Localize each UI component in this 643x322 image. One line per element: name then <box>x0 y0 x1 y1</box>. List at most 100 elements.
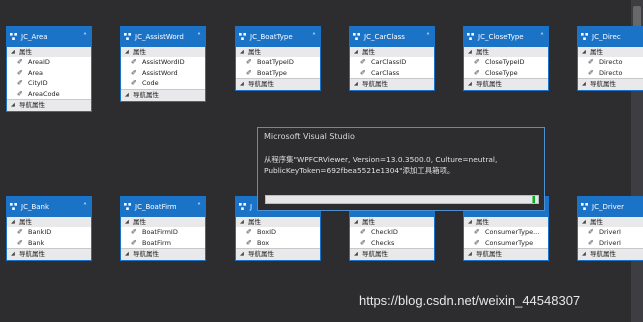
entity-header[interactable]: JC_CloseType ˄ <box>464 27 548 47</box>
navigation-section[interactable]: ◢ 导航属性 <box>464 78 548 90</box>
properties-section[interactable]: ◢ 属性 <box>578 217 643 227</box>
entity-box[interactable]: JC_Direc˄ ◢ 属性 ✐ Directo ✐ Directo ◢ 导航属性 <box>577 26 643 91</box>
property-name: DriverI <box>599 238 621 247</box>
property-key-icon: ✐ <box>17 58 23 66</box>
watermark-text: https://blog.csdn.net/weixin_44548307 <box>359 293 581 308</box>
navigation-section[interactable]: ◢ 导航属性 <box>121 248 205 260</box>
property-row[interactable]: ✐ ConsumerType... <box>464 227 548 238</box>
navigation-section[interactable]: ◢ 导航属性 <box>464 248 548 260</box>
entity-box[interactable]: JC_Driver˄ ◢ 属性 ✐ DriverI ✐ DriverI ◢ 导航属性 <box>577 196 643 261</box>
expand-triangle-icon: ◢ <box>125 49 129 55</box>
navigation-section[interactable]: ◢ 导航属性 <box>236 248 320 260</box>
properties-section[interactable]: ◢ 属性 <box>121 217 205 227</box>
properties-section[interactable]: ◢ 属性 <box>121 47 205 57</box>
navigation-section[interactable]: ◢ 导航属性 <box>7 248 91 260</box>
section-label: 导航属性 <box>133 250 159 258</box>
property-row[interactable]: ✐ Directo <box>578 67 643 78</box>
properties-section[interactable]: ◢ 属性 <box>236 217 320 227</box>
property-row[interactable]: ✐ Checks <box>350 237 434 248</box>
property-key-icon: ✐ <box>588 68 594 77</box>
navigation-section[interactable]: ◢ 导航属性 <box>578 248 643 260</box>
collapse-chevron-icon[interactable]: ˄ <box>426 27 430 47</box>
entity-header[interactable]: JC_BoatFirm ˄ <box>121 197 205 217</box>
properties-section[interactable]: ◢ 属性 <box>350 47 434 57</box>
expand-triangle-icon: ◢ <box>582 81 586 87</box>
entity-name: JC_CarClass <box>364 33 405 41</box>
property-row[interactable]: ✐ AssistWordID <box>121 57 205 68</box>
property-key-icon: ✐ <box>588 58 594 66</box>
navigation-section[interactable]: ◢ 导航属性 <box>350 78 434 90</box>
entity-header[interactable]: JC_BoatType ˄ <box>236 27 320 47</box>
property-row[interactable]: ✐ DriverI <box>578 227 643 238</box>
entity-box[interactable]: JC_Bank ˄ ◢ 属性 ✐ BankID ✐ Bank ◢ 导航属性 <box>6 196 92 261</box>
property-row[interactable]: ✐ BankID <box>7 227 91 238</box>
property-row[interactable]: ✐ BoatType <box>236 67 320 78</box>
property-row[interactable]: ✐ Box <box>236 237 320 248</box>
property-row[interactable]: ✐ CarClass <box>350 67 434 78</box>
property-row[interactable]: ✐ AssistWord <box>121 67 205 78</box>
entity-name: J <box>250 203 253 211</box>
section-label: 导航属性 <box>362 250 388 258</box>
property-row[interactable]: ✐ AreaCode <box>7 88 91 99</box>
entity-box[interactable]: JC_CarClass ˄ ◢ 属性 ✐ CarClassID ✐ CarClass ◢ 导航属性 <box>349 26 435 91</box>
property-row[interactable]: ✐ ConsumerType <box>464 237 548 248</box>
entity-box[interactable]: JC_CloseType ˄ ◢ 属性 ✐ CloseTypeID ✐ CloseType ◢ 导… <box>463 26 549 91</box>
property-key-icon: ✐ <box>246 58 252 66</box>
property-row[interactable]: ✐ Code <box>121 78 205 89</box>
entity-header[interactable]: JC_Direc˄ <box>578 27 643 47</box>
entity-header[interactable]: JC_Driver˄ <box>578 197 643 217</box>
navigation-section[interactable]: ◢ 导航属性 <box>578 78 643 90</box>
property-row[interactable]: ✐ CloseTypeID <box>464 57 548 68</box>
navigation-section[interactable]: ◢ 导航属性 <box>7 99 91 111</box>
entity-header[interactable]: JC_Area ˄ <box>7 27 91 47</box>
entity-box[interactable]: JC_BoatFirm ˄ ◢ 属性 ✐ BoatFirmID ✐ BoatFirm ◢ 导航属性 <box>120 196 206 261</box>
property-row[interactable]: ✐ DriverI <box>578 237 643 248</box>
expand-triangle-icon: ◢ <box>468 219 472 225</box>
properties-section[interactable]: ◢ 属性 <box>7 47 91 57</box>
collapse-chevron-icon[interactable]: ˄ <box>197 197 201 217</box>
dialog-message: 从程序集"WPFCRViewer, Version=13.0.3500.0, C… <box>264 155 498 175</box>
entity-box[interactable]: JC_Area ˄ ◢ 属性 ✐ AreaID ✐ Area ✐ CityID ✐ AreaCode ◢… <box>6 26 92 112</box>
property-row[interactable]: ✐ Area <box>7 67 91 78</box>
navigation-section[interactable]: ◢ 导航属性 <box>236 78 320 90</box>
navigation-section[interactable]: ◢ 导航属性 <box>121 88 205 101</box>
collapse-chevron-icon[interactable]: ˄ <box>312 27 316 47</box>
entity-header[interactable]: JC_AssistWord ˄ <box>121 27 205 47</box>
property-row[interactable]: ✐ BoxID <box>236 227 320 238</box>
properties-section[interactable]: ◢ 属性 <box>236 47 320 57</box>
entity-box[interactable]: JC_AssistWord ˄ ◢ 属性 ✐ AssistWordID ✐ AssistWor… <box>120 26 206 102</box>
section-label: 属性 <box>19 218 32 226</box>
expand-triangle-icon: ◢ <box>11 102 15 108</box>
properties-section[interactable]: ◢ 属性 <box>578 47 643 57</box>
entity-header[interactable]: JC_CarClass ˄ <box>350 27 434 47</box>
property-key-icon: ✐ <box>360 68 366 77</box>
progress-fill <box>266 196 536 203</box>
property-row[interactable]: ✐ BoatFirmID <box>121 227 205 238</box>
property-name: Directo <box>599 68 623 77</box>
property-row[interactable]: ✐ CityID <box>7 78 91 89</box>
entity-box[interactable]: JC_BoatType ˄ ◢ 属性 ✐ BoatTypeID ✐ BoatType ◢ 导航属性 <box>235 26 321 91</box>
properties-section[interactable]: ◢ 属性 <box>350 217 434 227</box>
property-row[interactable]: ✐ BoatTypeID <box>236 57 320 68</box>
collapse-chevron-icon[interactable]: ˄ <box>540 27 544 47</box>
properties-section[interactable]: ◢ 属性 <box>7 217 91 227</box>
navigation-section[interactable]: ◢ 导航属性 <box>350 248 434 260</box>
expand-triangle-icon: ◢ <box>125 251 129 257</box>
property-row[interactable]: ✐ CarClassID <box>350 57 434 68</box>
property-row[interactable]: ✐ CloseType <box>464 67 548 78</box>
properties-section[interactable]: ◢ 属性 <box>464 217 548 227</box>
section-label: 属性 <box>362 218 375 226</box>
expand-triangle-icon: ◢ <box>354 251 358 257</box>
collapse-chevron-icon[interactable]: ˄ <box>83 27 87 47</box>
collapse-chevron-icon[interactable]: ˄ <box>83 197 87 217</box>
collapse-chevron-icon[interactable]: ˄ <box>197 27 201 47</box>
property-row[interactable]: ✐ CheckID <box>350 227 434 238</box>
property-row[interactable]: ✐ Bank <box>7 237 91 248</box>
entity-header[interactable]: JC_Bank ˄ <box>7 197 91 217</box>
property-key-icon: ✐ <box>360 228 366 236</box>
property-name: ConsumerType... <box>485 228 540 236</box>
property-row[interactable]: ✐ BoatFirm <box>121 237 205 248</box>
properties-section[interactable]: ◢ 属性 <box>464 47 548 57</box>
property-row[interactable]: ✐ AreaID <box>7 57 91 68</box>
property-row[interactable]: ✐ Directo <box>578 57 643 68</box>
